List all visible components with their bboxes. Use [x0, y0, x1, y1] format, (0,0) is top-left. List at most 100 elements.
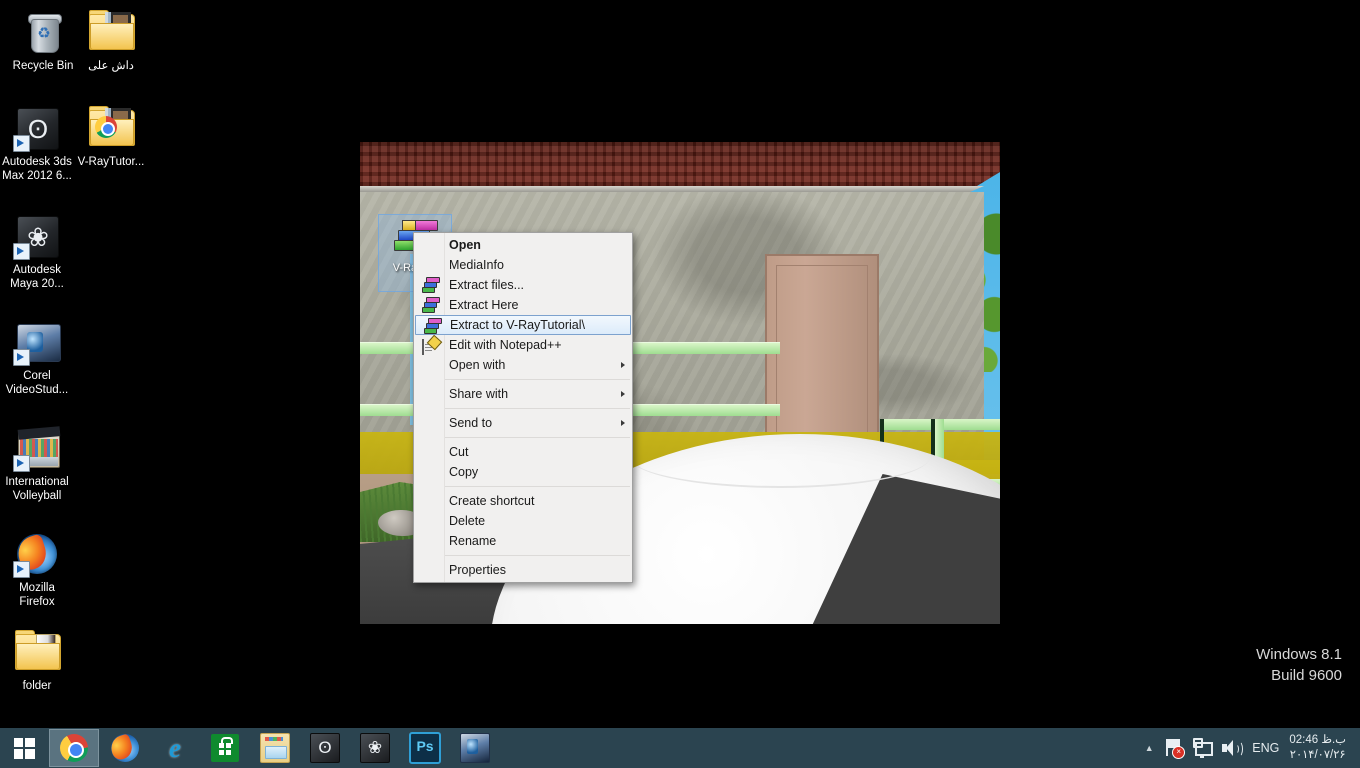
context-menu-item-create-shortcut[interactable]: Create shortcut: [414, 491, 632, 511]
clock[interactable]: ب.ظ 02:46 ۲۰۱۴/۰۷/۲۶: [1289, 733, 1354, 763]
context-menu-item-properties[interactable]: Properties: [414, 560, 632, 580]
chrome-icon: [60, 734, 88, 762]
context-menu-item-extract-files[interactable]: Extract files...: [414, 275, 632, 295]
desktop-icon-label: داش على: [88, 60, 134, 72]
taskbar-maya[interactable]: ❀: [351, 730, 399, 766]
watermark-line-2: Build 9600: [1271, 667, 1342, 684]
context-menu-item-label: Open: [449, 238, 481, 252]
taskbar-chrome[interactable]: [49, 729, 99, 767]
context-menu-separator: [416, 408, 630, 409]
context-menu-item-send-to[interactable]: Send to: [414, 413, 632, 433]
taskbar-3ds-max[interactable]: ʘ: [301, 730, 349, 766]
3ds-max-icon: ʘ: [13, 104, 61, 152]
desktop-icon-dash-ali-folder[interactable]: داش على: [74, 8, 148, 74]
desktop-icon-recycle-bin[interactable]: ♻ Recycle Bin: [6, 8, 80, 74]
desktop-icon-folder[interactable]: folder: [0, 628, 74, 694]
context-menu-item-rename[interactable]: Rename: [414, 531, 632, 551]
chevron-right-icon: [621, 391, 625, 397]
desktop-icon-autodesk-3ds-max[interactable]: ʘ Autodesk 3ds Max 2012 6...: [0, 104, 74, 183]
desktop-icon-international-volleyball[interactable]: International Volleyball: [0, 424, 74, 503]
desktop-icon-label: Autodesk 3ds Max 2012 6...: [2, 156, 72, 182]
context-menu-item-extract-to[interactable]: Extract to V-RayTutorial\: [415, 315, 631, 335]
corel-videostudio-icon: [13, 318, 61, 366]
context-menu-item-delete[interactable]: Delete: [414, 511, 632, 531]
folder-icon: [87, 8, 135, 56]
context-menu-item-label: Share with: [449, 387, 509, 401]
shortcut-arrow-icon: [13, 243, 30, 260]
taskbar-internet-explorer[interactable]: e: [151, 730, 199, 766]
tray-overflow-arrow-icon[interactable]: ▲: [1138, 743, 1160, 753]
context-menu-item-label: Create shortcut: [449, 494, 535, 508]
context-menu-item-label: MediaInfo: [449, 258, 504, 272]
context-menu-item-copy[interactable]: Copy: [414, 462, 632, 482]
context-menu-item-cut[interactable]: Cut: [414, 442, 632, 462]
flag-icon[interactable]: ×: [1162, 736, 1186, 760]
winrar-icon: [422, 277, 440, 293]
shortcut-arrow-icon: [13, 349, 30, 366]
context-menu-item-extract-here[interactable]: Extract Here: [414, 295, 632, 315]
context-menu-item-label: Extract Here: [449, 298, 519, 312]
taskbar-windows-store[interactable]: [201, 730, 249, 766]
context-menu-item-mediainfo[interactable]: MediaInfo: [414, 255, 632, 275]
context-menu-item-share-with[interactable]: Share with: [414, 384, 632, 404]
desktop-icon-autodesk-maya[interactable]: ❀ Autodesk Maya 20...: [0, 212, 74, 291]
internet-explorer-icon: e: [169, 733, 181, 763]
volume-icon[interactable]: [1218, 736, 1244, 760]
recycle-bin-icon: ♻: [19, 8, 67, 56]
flag-badge: ×: [1172, 746, 1186, 759]
context-menu-item-label: Properties: [449, 563, 506, 577]
folder-icon: [13, 628, 61, 676]
maya-icon: ❀: [360, 733, 390, 763]
context-menu-item-label: Delete: [449, 514, 486, 528]
context-menu-item-label: Open with: [449, 358, 506, 372]
desktop-icon-label: Recycle Bin: [12, 60, 74, 72]
taskbar-file-explorer[interactable]: [251, 730, 299, 766]
context-menu-separator: [416, 437, 630, 438]
clock-time: ب.ظ 02:46: [1289, 734, 1346, 746]
context-menu[interactable]: Open MediaInfo Extract files... Extract …: [413, 232, 633, 583]
desktop-icon-label: International Volleyball: [5, 476, 69, 502]
corel-videostudio-icon: [460, 733, 490, 763]
context-menu-item-edit-notepadpp[interactable]: Edit with Notepad++: [414, 335, 632, 355]
windows-activation-watermark: Windows 8.1 Build 9600: [1256, 644, 1342, 686]
international-volleyball-icon: [13, 424, 61, 472]
file-explorer-icon: [260, 733, 290, 763]
system-tray[interactable]: ▲ × ENG ب.ظ 02:46 ۲۰۱۴/۰۷/۲۶: [1138, 728, 1360, 768]
language-indicator[interactable]: ENG: [1244, 741, 1289, 755]
desktop[interactable]: ♻ Recycle Bin داش على ʘ Autodesk 3ds Max…: [0, 0, 1360, 768]
firefox-icon: [111, 734, 139, 762]
clock-date: ۲۰۱۴/۰۷/۲۶: [1289, 749, 1346, 761]
taskbar-firefox[interactable]: [101, 730, 149, 766]
taskbar-photoshop[interactable]: Ps: [401, 730, 449, 766]
chevron-right-icon: [621, 420, 625, 426]
desktop-icon-label: folder: [22, 680, 52, 692]
context-menu-item-open[interactable]: Open: [414, 235, 632, 255]
shortcut-arrow-icon: [13, 561, 30, 578]
desktop-icon-label: Mozilla Firefox: [19, 582, 55, 608]
photoshop-icon: Ps: [409, 732, 441, 764]
context-menu-item-label: Rename: [449, 534, 497, 548]
context-menu-item-label: Cut: [449, 445, 469, 459]
shortcut-arrow-icon: [13, 135, 30, 152]
chevron-right-icon: [621, 362, 625, 368]
desktop-icon-v-raytutorial-folder[interactable]: V-RayTutor...: [74, 104, 148, 170]
watermark-line-1: Windows 8.1: [1256, 646, 1342, 663]
taskbar-corel-videostudio[interactable]: [451, 730, 499, 766]
3ds-max-icon: ʘ: [310, 733, 340, 763]
context-menu-item-label: Send to: [449, 416, 493, 430]
network-icon[interactable]: [1190, 736, 1214, 760]
desktop-icon-corel-videostudio[interactable]: Corel VideoStud...: [0, 318, 74, 397]
maya-icon: ❀: [13, 212, 61, 260]
context-menu-item-label: Copy: [449, 465, 479, 479]
desktop-icon-mozilla-firefox[interactable]: Mozilla Firefox: [0, 530, 74, 609]
folder-icon: [87, 104, 135, 152]
winrar-icon: [422, 297, 440, 313]
start-button[interactable]: [0, 728, 48, 768]
context-menu-item-label: Extract files...: [449, 278, 525, 292]
windows-store-icon: [211, 734, 239, 762]
context-menu-separator: [416, 486, 630, 487]
taskbar[interactable]: e ʘ ❀ Ps ▲ × ENG ب.ظ 02:46 ۲۰۱۴/۰۷/۲۶: [0, 728, 1360, 768]
context-menu-item-open-with[interactable]: Open with: [414, 355, 632, 375]
shortcut-arrow-icon: [13, 455, 30, 472]
desktop-icon-label: Autodesk Maya 20...: [10, 264, 64, 290]
